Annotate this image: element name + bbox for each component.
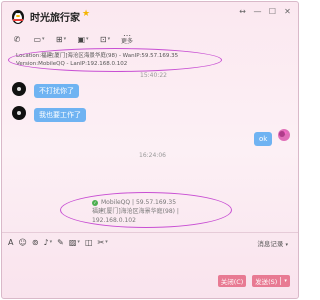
emoji-icon[interactable]: ☺	[18, 238, 26, 247]
phone-icon[interactable]: ✆	[8, 34, 26, 45]
input-divider	[2, 232, 298, 233]
title-bar: 时光旅行家 ★ ↔ — ☐ ✕	[2, 2, 298, 28]
my-avatar[interactable]	[277, 128, 291, 142]
contact-avatar[interactable]	[12, 106, 26, 120]
mic-icon[interactable]: ♪ ▾	[44, 238, 53, 247]
message-bubble[interactable]: 不打扰你了	[34, 84, 79, 98]
file-icon[interactable]: ▣ ▾	[74, 34, 92, 45]
timestamp: 16:24:06	[139, 152, 166, 159]
send-button[interactable]: 发送(S) ▾	[252, 275, 290, 287]
message-input[interactable]	[6, 252, 296, 272]
vip-emoji-icon[interactable]: ⊚	[32, 238, 39, 247]
star-icon[interactable]: ★	[82, 9, 90, 19]
check-icon: ✓	[92, 199, 98, 206]
more-label: 更多	[120, 38, 133, 45]
input-toolbar: A ☺ ⊚ ♪ ▾ ✎ ▨ ▾ ◫ ✂ ▾	[8, 236, 108, 248]
send-label: 发送(S)	[255, 278, 278, 286]
device-info-card: ✓ MobileQQ | 59.57.169.35 福建[厦门]海沧区海景华庭(…	[92, 198, 214, 224]
timestamp: 15:40:22	[140, 72, 167, 79]
device-info-line: MobileQQ | 59.57.169.35	[101, 199, 177, 206]
apps-icon[interactable]: ⊡ ▾	[96, 34, 114, 45]
screen-share-icon[interactable]: ⊞ ▾	[52, 34, 70, 45]
device-location-line: 福建[厦门]海沧区海景华庭(98) | 192.168.0.102	[92, 208, 179, 224]
maximize-icon[interactable]: ☐	[268, 7, 277, 16]
contact-name[interactable]: 时光旅行家	[30, 9, 80, 24]
more-button[interactable]: ⋯ 更多	[118, 32, 136, 45]
image-icon[interactable]: ▨ ▾	[69, 238, 80, 247]
minimize-icon[interactable]: —	[253, 7, 262, 16]
message-bubble[interactable]: 我也要工作了	[34, 108, 86, 122]
close-icon[interactable]: ✕	[283, 7, 292, 16]
message-list[interactable]: Location:福建[厦门]海沧区海景华庭(98) - WanIP:59.57…	[2, 48, 298, 232]
scissors-icon[interactable]: ✂ ▾	[98, 238, 108, 247]
location-info: Location:福建[厦门]海沧区海景华庭(98) - WanIP:59.57…	[14, 52, 214, 70]
screenshot-icon[interactable]: ✎	[57, 238, 64, 247]
my-message-bubble[interactable]: ok	[254, 132, 273, 146]
qq-penguin-icon[interactable]	[10, 8, 26, 24]
restore-icon[interactable]: ↔	[238, 7, 247, 16]
message-history-button[interactable]: 消息记录 ▾	[257, 238, 288, 248]
close-button[interactable]: 关闭(C)	[218, 275, 246, 287]
version-line: Version:MobileQQ - LanIP:192.168.0.102	[16, 61, 128, 67]
chat-window: 时光旅行家 ★ ↔ — ☐ ✕ ✆ ▭ ▾ ⊞ ▾ ▣ ▾ ⊡ ▾ ⋯ 更多 Locat…	[1, 1, 299, 299]
location-line: Location:福建[厦门]海沧区海景华庭(98) - WanIP:59.57…	[16, 53, 179, 59]
chevron-down-icon[interactable]: ▾	[284, 278, 287, 284]
video-icon[interactable]: ▭ ▾	[30, 34, 48, 45]
contact-avatar[interactable]	[12, 82, 26, 96]
font-icon[interactable]: A	[8, 238, 13, 247]
window-controls: ↔ — ☐ ✕	[238, 7, 292, 16]
chat-toolbar: ✆ ▭ ▾ ⊞ ▾ ▣ ▾ ⊡ ▾ ⋯ 更多	[8, 32, 136, 46]
wallet-icon[interactable]: ◫	[85, 238, 93, 247]
